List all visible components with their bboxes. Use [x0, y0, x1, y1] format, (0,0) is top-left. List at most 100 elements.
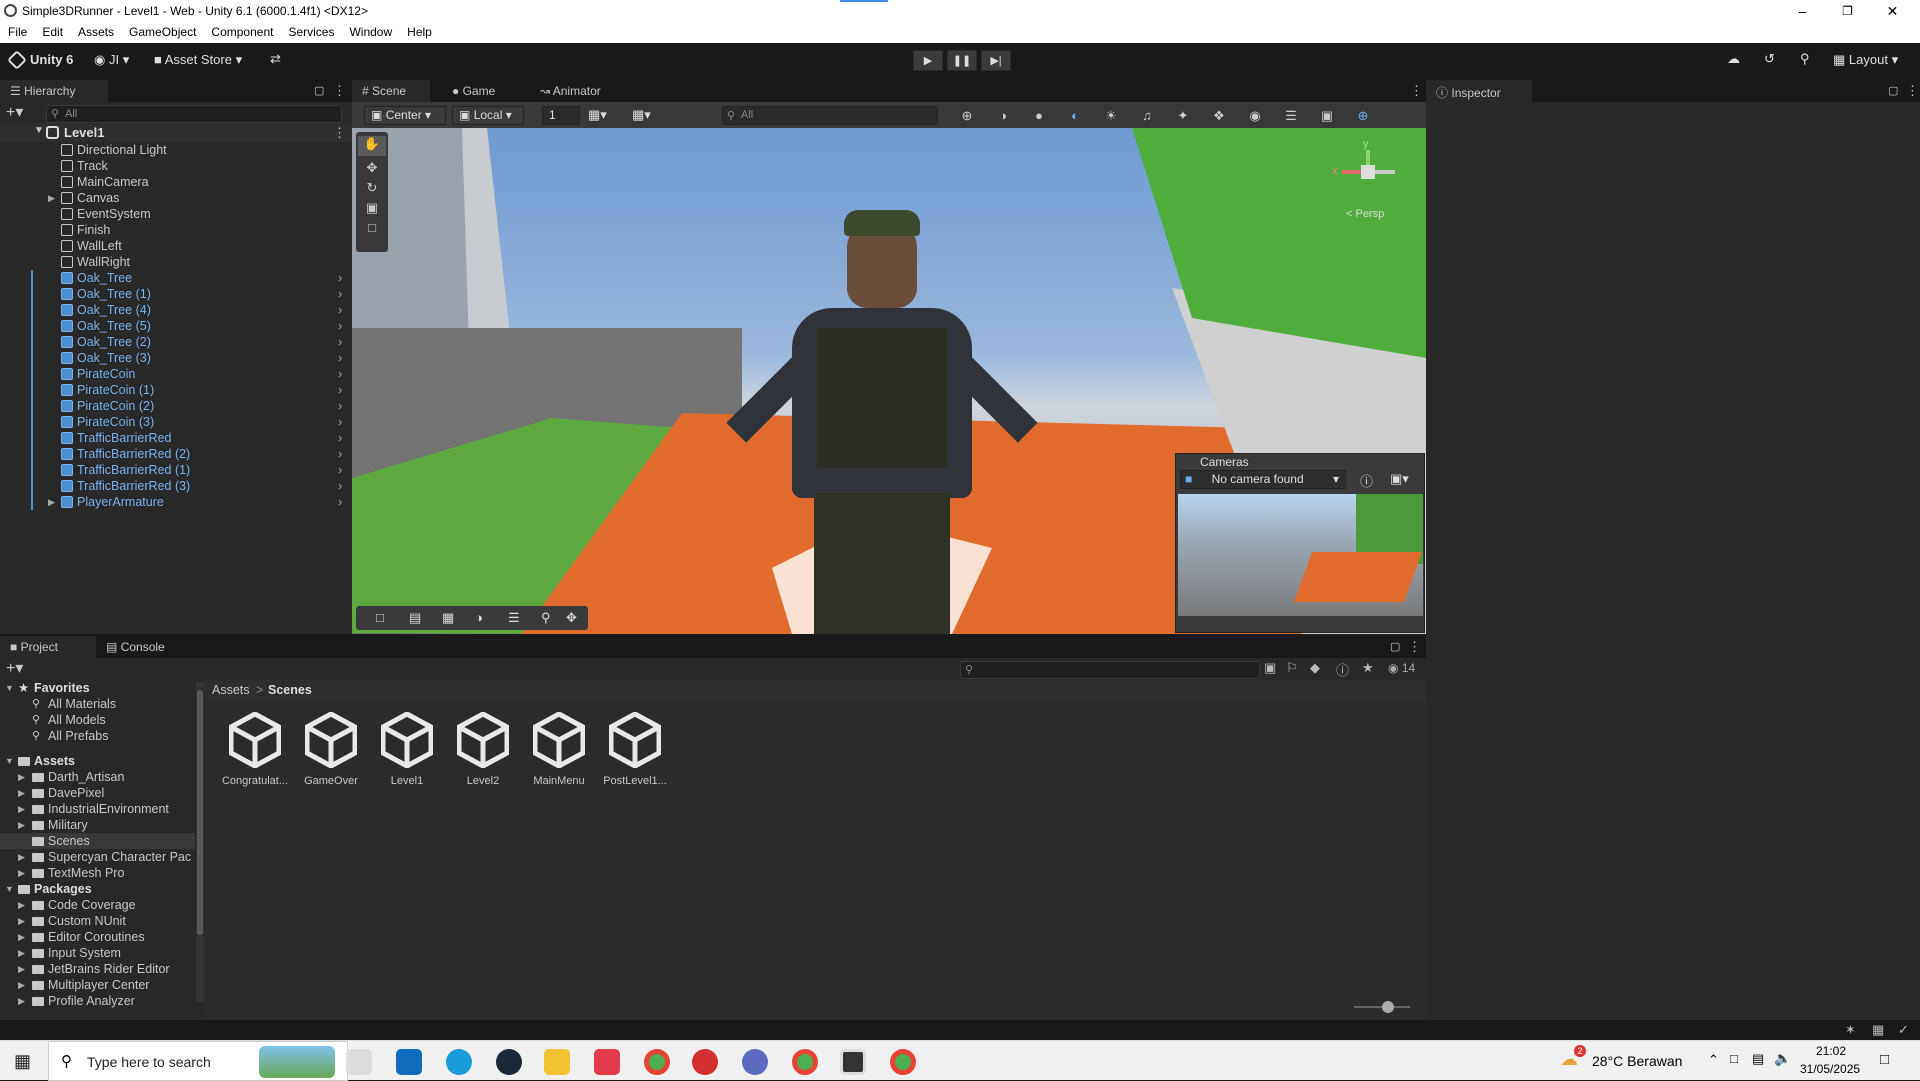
expand-arrow-icon[interactable]: ▶: [18, 817, 25, 833]
gizmo-toggle-icon[interactable]: ❖: [1204, 106, 1234, 126]
layout-dropdown[interactable]: ▦ Layout ▾: [1833, 52, 1898, 68]
scene-viewport[interactable]: ✋ ✥ ↻ ▣ □ y x < Persp □ ▤ ▦ ◑ ☰ ⚲ ✥ Came…: [352, 128, 1426, 634]
unity-taskbar-icon[interactable]: [840, 1049, 866, 1075]
clock-time[interactable]: 21:02: [1816, 1044, 1846, 1058]
shading-icon[interactable]: ◑: [475, 610, 483, 625]
add-object-button[interactable]: +▾: [6, 102, 23, 122]
render-icon[interactable]: ▣: [1312, 106, 1342, 126]
package-folder-item[interactable]: ▶ Input System: [0, 945, 195, 961]
hierarchy-item[interactable]: Oak_Tree (4) ›: [0, 302, 350, 318]
app-purple-icon[interactable]: [742, 1049, 768, 1075]
taskbar-search-input[interactable]: ⚲ Type here to search: [48, 1041, 348, 1081]
open-prefab-icon[interactable]: ›: [338, 494, 342, 510]
tab-project[interactable]: ■ Project: [0, 636, 96, 658]
draw-mode-icon[interactable]: ⊕: [952, 106, 982, 126]
debug-icon[interactable]: ✶: [1845, 1022, 1856, 1038]
restore-button[interactable]: ❐: [1825, 0, 1870, 22]
open-prefab-icon[interactable]: ›: [338, 382, 342, 398]
scene-menu-icon[interactable]: ⋮: [1410, 83, 1423, 99]
open-prefab-icon[interactable]: ›: [338, 318, 342, 334]
grid-icon[interactable]: ▦: [442, 610, 454, 626]
favorite-item[interactable]: ⚲ All Prefabs: [0, 728, 195, 744]
expand-arrow-icon[interactable]: ▶: [18, 977, 25, 993]
close-button[interactable]: ✕: [1870, 0, 1915, 22]
notifications-icon[interactable]: □: [1880, 1051, 1889, 1068]
menu-gameobject[interactable]: GameObject: [121, 22, 203, 39]
project-search-input[interactable]: ⚲: [960, 661, 1260, 679]
progress-icon[interactable]: ✓: [1898, 1022, 1909, 1038]
chrome-profile-icon[interactable]: [792, 1049, 818, 1075]
scene-asset[interactable]: Level2: [446, 711, 520, 787]
layout-icon[interactable]: ▤: [409, 610, 421, 626]
hierarchy-item[interactable]: WallLeft: [0, 238, 350, 254]
orientation-gizmo[interactable]: y x < Persp: [1332, 138, 1412, 228]
scene-search-input[interactable]: ⚲ All: [722, 106, 938, 125]
hierarchy-item[interactable]: PirateCoin ›: [0, 366, 350, 382]
scene-asset[interactable]: Level1: [370, 711, 444, 787]
fx-icon[interactable]: ✦: [1168, 106, 1198, 126]
frame-icon[interactable]: □: [376, 610, 384, 625]
label-filter-icon[interactable]: ◆: [1310, 660, 1320, 676]
expand-arrow-icon[interactable]: ▶: [18, 865, 25, 881]
asset-folder-item[interactable]: ▶ TextMesh Pro: [0, 865, 195, 881]
hierarchy-item[interactable]: ▶ Canvas: [0, 190, 350, 206]
open-prefab-icon[interactable]: ›: [338, 302, 342, 318]
tab-console[interactable]: ▤ Console: [96, 636, 175, 658]
scene-asset[interactable]: GameOver: [294, 711, 368, 787]
hierarchy-item[interactable]: WallRight: [0, 254, 350, 270]
hierarchy-item[interactable]: EventSystem: [0, 206, 350, 222]
steam-icon[interactable]: [496, 1049, 522, 1075]
scene-asset[interactable]: Congratulat...: [218, 711, 292, 787]
fullscreen-icon[interactable]: ▣▾: [1390, 471, 1409, 487]
shading-icon[interactable]: ◑: [988, 106, 1018, 126]
package-folder-item[interactable]: ▶ Profile Analyzer: [0, 993, 195, 1009]
tray-chevron-icon[interactable]: ⌃: [1708, 1052, 1719, 1068]
favorite-item[interactable]: ⚲ All Materials: [0, 696, 195, 712]
hierarchy-item[interactable]: PirateCoin (1) ›: [0, 382, 350, 398]
scale-tool-icon[interactable]: ▣: [356, 200, 388, 220]
effects-icon[interactable]: ☀: [1096, 106, 1126, 126]
hierarchy-item[interactable]: Oak_Tree (2) ›: [0, 334, 350, 350]
cache-icon[interactable]: ▦: [1872, 1022, 1884, 1038]
network-icon[interactable]: ▤: [1752, 1051, 1764, 1067]
rotate-tool-icon[interactable]: ↻: [356, 180, 388, 200]
scene-asset[interactable]: MainMenu: [522, 711, 596, 787]
menu-file[interactable]: File: [0, 22, 34, 39]
breadcrumb-assets[interactable]: Assets: [212, 680, 250, 700]
expand-arrow-icon[interactable]: ▶: [48, 494, 55, 510]
hidden-count-badge[interactable]: ◉ 14: [1388, 661, 1415, 675]
hierarchy-item[interactable]: Directional Light: [0, 142, 350, 158]
space-dropdown[interactable]: ▣ Local ▾: [452, 106, 524, 125]
outlook-icon[interactable]: [396, 1049, 422, 1075]
expand-arrow-icon[interactable]: ▶: [18, 801, 25, 817]
expand-arrow-icon[interactable]: ▶: [18, 961, 25, 977]
snap-toggle-icon[interactable]: ▦▾: [632, 107, 651, 123]
hand-tool-icon[interactable]: ✋: [358, 136, 386, 156]
tab-game[interactable]: ● Game: [442, 80, 505, 102]
tree-scrollbar-thumb[interactable]: [197, 690, 203, 935]
open-prefab-icon[interactable]: ›: [338, 478, 342, 494]
scene-menu-icon[interactable]: ⋮: [333, 125, 346, 141]
move-tool-icon[interactable]: ✥: [356, 160, 388, 180]
expand-arrow-icon[interactable]: ▶: [18, 993, 25, 1009]
lock-icon[interactable]: ▢: [1390, 640, 1400, 653]
favorite-item[interactable]: ⚲ All Models: [0, 712, 195, 728]
play-button[interactable]: ▶: [913, 50, 943, 71]
grid-snap-input[interactable]: 1: [542, 106, 580, 125]
tree-section-packages[interactable]: ▼ Packages: [0, 881, 195, 897]
open-prefab-icon[interactable]: ›: [338, 414, 342, 430]
hierarchy-item[interactable]: PirateCoin (2) ›: [0, 398, 350, 414]
scene-asset[interactable]: PostLevel1...: [598, 711, 672, 787]
hierarchy-item[interactable]: Oak_Tree ›: [0, 270, 350, 286]
package-folder-item[interactable]: ▶ Code Coverage: [0, 897, 195, 913]
hierarchy-search-input[interactable]: ⚲ All: [46, 105, 342, 123]
hierarchy-item[interactable]: TrafficBarrierRed (3) ›: [0, 478, 350, 494]
package-folder-item[interactable]: ▶ Multiplayer Center: [0, 977, 195, 993]
tree-scrollbar[interactable]: [196, 682, 204, 1002]
volume-icon[interactable]: 🔈: [1774, 1050, 1791, 1067]
pause-button[interactable]: ❚❚: [947, 50, 977, 71]
account-button[interactable]: ◉ JI ▾: [94, 52, 129, 68]
asset-folder-item[interactable]: ▶ DavePixel: [0, 785, 195, 801]
open-prefab-icon[interactable]: ›: [338, 270, 342, 286]
kebab-menu-icon[interactable]: ⋮: [333, 83, 346, 99]
